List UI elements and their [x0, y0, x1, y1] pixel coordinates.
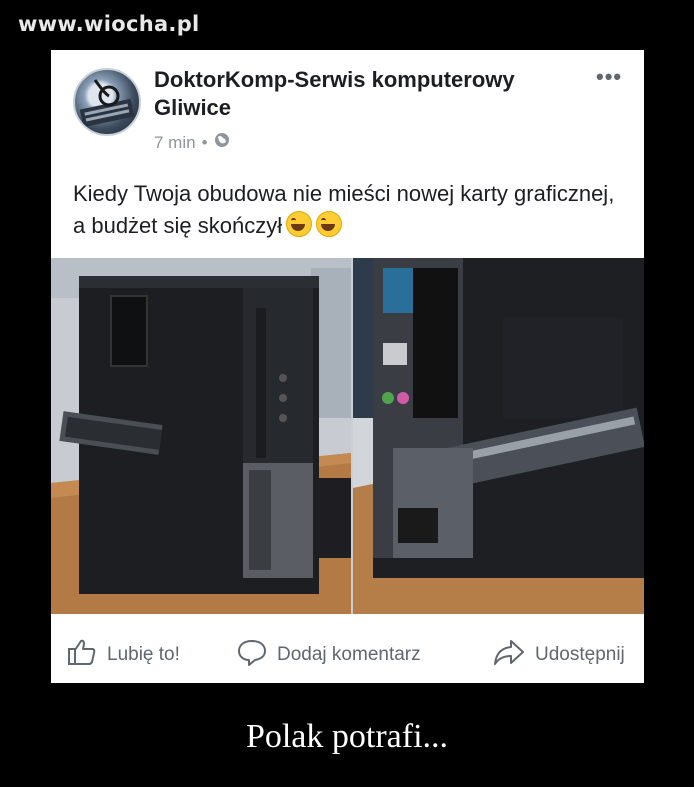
tears-of-joy-emoji-icon: [316, 211, 343, 237]
post-actions: Lubię to! Dodaj komentarz Udostępnij: [51, 635, 644, 675]
comment-button[interactable]: Dodaj komentarz: [237, 638, 421, 672]
like-label: Lubię to!: [107, 644, 180, 665]
share-arrow-icon: [493, 638, 525, 672]
like-button[interactable]: Lubię to!: [67, 638, 180, 672]
page-name[interactable]: DoktorKomp-Serwis komputerowy Gliwice: [154, 66, 574, 122]
post-photo[interactable]: [51, 258, 644, 614]
tears-of-joy-emoji-icon: [286, 211, 313, 237]
share-button[interactable]: Udostępnij: [493, 638, 625, 672]
more-options-icon[interactable]: •••: [596, 64, 622, 90]
post-text: Kiedy Twoja obudowa nie mieści nowej kar…: [73, 178, 628, 242]
pc-front-photo: [51, 258, 351, 614]
comment-label: Dodaj komentarz: [277, 644, 421, 665]
post-time[interactable]: 7 min: [154, 133, 196, 153]
facebook-post: DoktorKomp-Serwis komputerowy Gliwice ••…: [51, 50, 644, 683]
comment-bubble-icon: [237, 638, 267, 672]
avatar[interactable]: [73, 68, 141, 136]
share-label: Udostępnij: [535, 644, 625, 665]
globe-icon: [214, 132, 230, 153]
watermark: www.wiocha.pl: [18, 12, 200, 36]
meta-separator: •: [201, 132, 208, 152]
page-name-line2: Gliwice: [154, 95, 232, 120]
thumbs-up-icon: [67, 638, 97, 672]
page-name-line1: DoktorKomp-Serwis komputerowy: [154, 67, 515, 92]
pc-back-photo: [353, 258, 644, 614]
post-meta: 7 min •: [154, 132, 230, 153]
caption: Polak potrafi...: [245, 718, 449, 755]
post-body: Kiedy Twoja obudowa nie mieści nowej kar…: [73, 181, 615, 238]
